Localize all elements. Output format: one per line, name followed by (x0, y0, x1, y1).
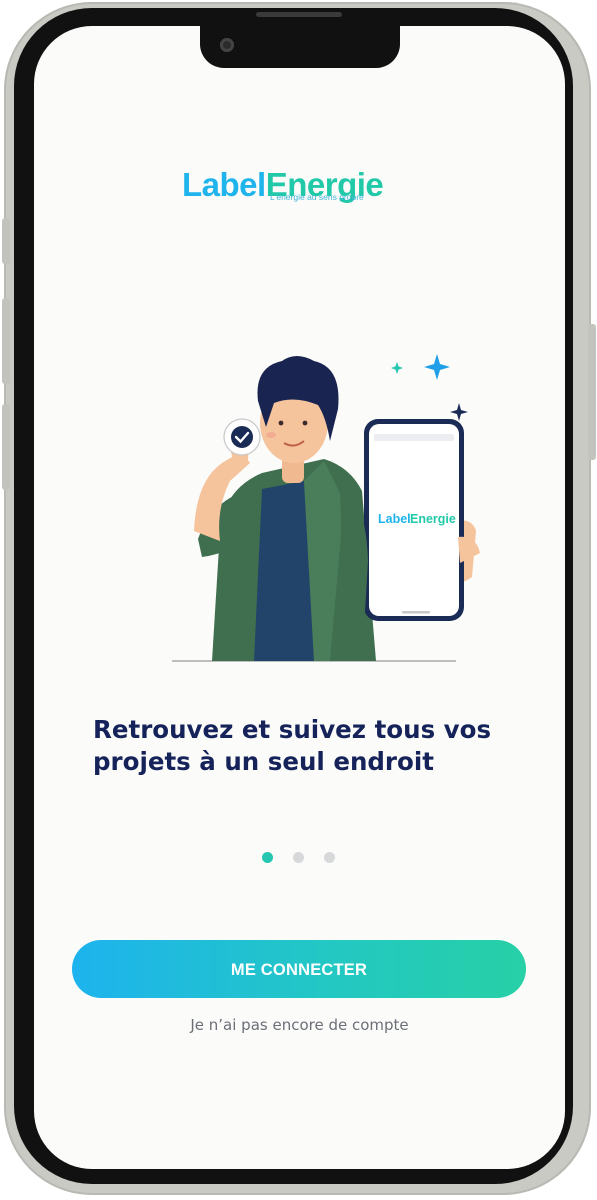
phone-logo-label: Label (378, 512, 411, 526)
camera-icon (220, 38, 234, 52)
pagination-dots (262, 852, 342, 864)
onboarding-illustration: Label Energie (172, 354, 480, 662)
page-dot-1[interactable] (262, 852, 273, 863)
page-dot-3[interactable] (324, 852, 335, 863)
brand-tagline: L'energie au sens propre (270, 192, 364, 202)
check-icon (223, 418, 261, 456)
login-button[interactable]: ME CONNECTER (72, 940, 526, 998)
logo-label-text: Label (182, 166, 266, 203)
side-button (2, 404, 10, 490)
signup-link[interactable]: Je n’ai pas encore de compte (34, 1016, 565, 1034)
side-button (2, 298, 10, 384)
heading-line-2: projets à un seul endroit (93, 747, 434, 776)
heading-line-1: Retrouvez et suivez tous vos (93, 715, 492, 744)
page-dot-2[interactable] (293, 852, 304, 863)
phone-logo-energie: Energie (410, 512, 456, 526)
notch (200, 26, 400, 68)
screen: LabelEnergie L'energie au sens propre La… (34, 26, 565, 1169)
side-button (588, 324, 596, 460)
side-button (2, 218, 10, 264)
speaker-grille (256, 12, 342, 17)
onboarding-heading: Retrouvez et suivez tous vos projets à u… (93, 714, 523, 778)
sparkle-icon (391, 354, 468, 421)
